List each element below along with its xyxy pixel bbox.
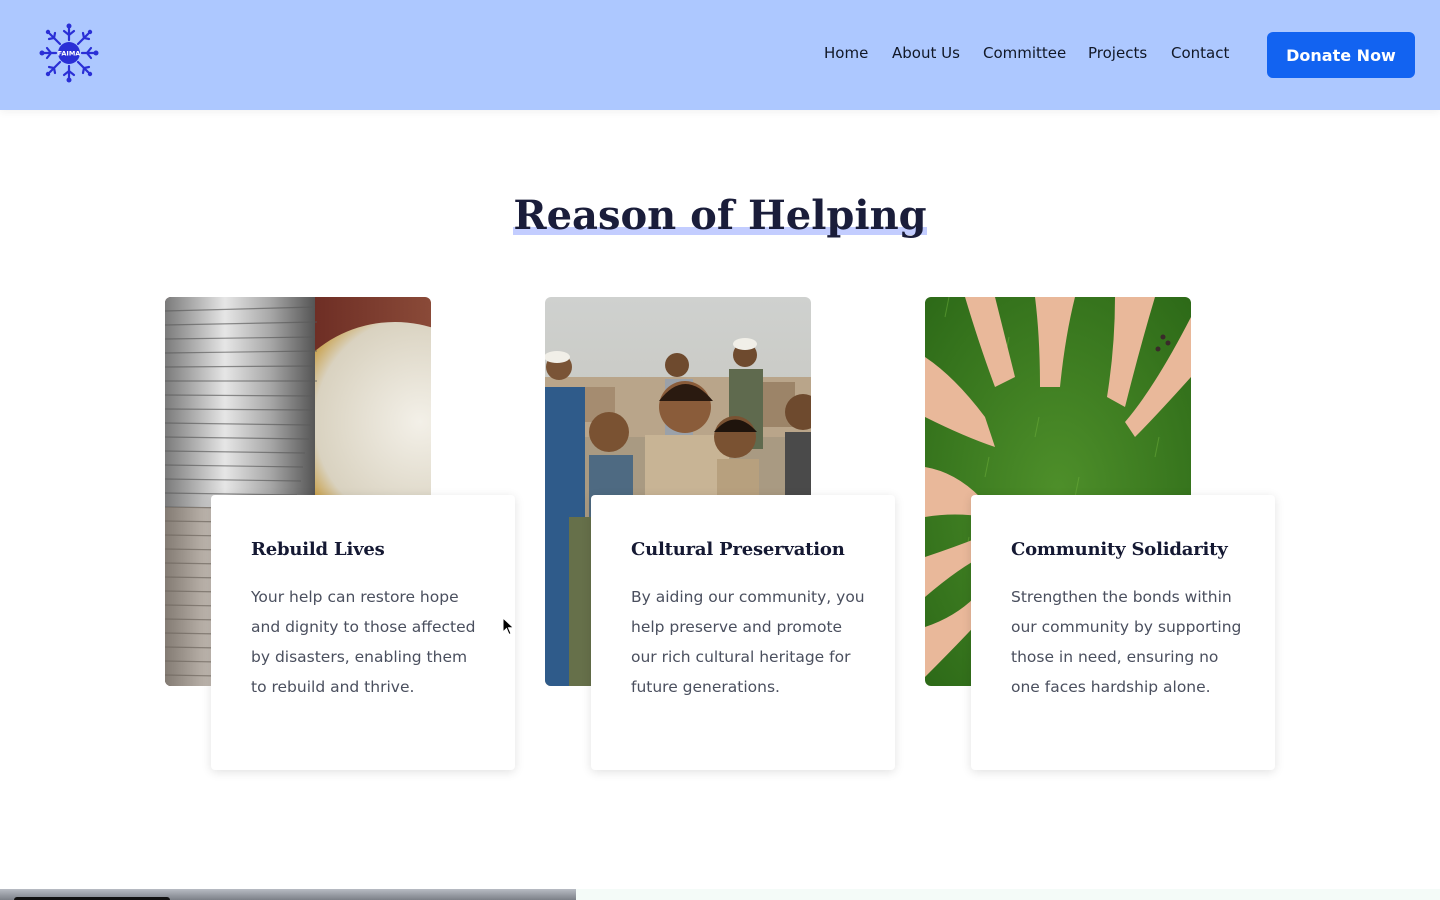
reason-card: Cultural Preservation By aiding our comm… (591, 495, 895, 770)
section-title: Reason of Helping (513, 190, 927, 242)
card-text: Strengthen the bonds within our communit… (1011, 588, 1242, 696)
next-section-panel (576, 889, 1440, 900)
reason-card: Community Solidarity Strengthen the bond… (971, 495, 1275, 770)
site-header: FAIMA Home About Us Committee Projects C… (0, 0, 1440, 110)
card-title: Cultural Preservation (631, 539, 845, 560)
next-section-image (0, 889, 576, 900)
donate-now-button[interactable]: Donate Now (1267, 32, 1415, 78)
nav-contact[interactable]: Contact (1171, 44, 1229, 62)
nav-projects[interactable]: Projects (1088, 44, 1147, 62)
card-title: Rebuild Lives (251, 539, 385, 560)
nav-home[interactable]: Home (824, 44, 868, 62)
reason-card: Rebuild Lives Your help can restore hope… (211, 495, 515, 770)
main-nav: Home About Us Committee Projects Contact (0, 44, 1440, 66)
card-text: Your help can restore hope and dignity t… (251, 588, 476, 696)
card-title: Community Solidarity (1011, 539, 1228, 560)
section-title-text: Reason of Helping (513, 192, 927, 239)
nav-committee[interactable]: Committee (983, 44, 1066, 62)
section-heading-wrapper: Reason of Helping (0, 190, 1440, 242)
nav-about-us[interactable]: About Us (892, 44, 960, 62)
card-text: By aiding our community, you help preser… (631, 588, 865, 696)
mouse-pointer-icon (502, 617, 515, 636)
